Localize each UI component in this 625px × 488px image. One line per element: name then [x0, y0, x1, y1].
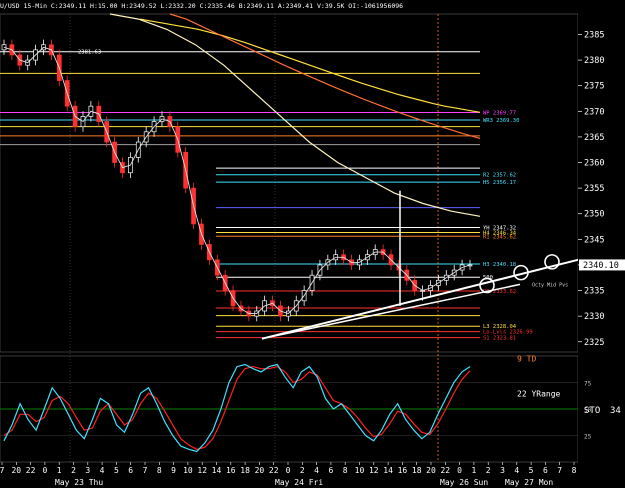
- time-tick-label: 18: [412, 466, 422, 475]
- stoch-value: 34: [610, 406, 621, 416]
- time-tick-label: 7: [557, 466, 562, 475]
- time-tick-label: 6: [328, 466, 333, 475]
- price-tick-label: 2335: [584, 287, 604, 297]
- time-tick-label: 10: [183, 466, 193, 475]
- stoch-label: STO: [584, 406, 600, 416]
- time-tick-label: 3: [85, 466, 90, 475]
- day-label: May 24 Fri: [275, 478, 323, 487]
- price-tick-label: 2380: [584, 56, 604, 66]
- level-label: WR3 2369.30: [483, 118, 519, 124]
- time-tick-label: 4: [100, 466, 105, 475]
- time-tick-label: 16: [398, 466, 408, 475]
- time-tick-label: 6: [128, 466, 133, 475]
- time-tick-label: 2: [71, 466, 76, 475]
- price-tick-label: 2350: [584, 210, 604, 220]
- time-tick-label: 20: [426, 466, 436, 475]
- stoch-annotation: 9 TD: [517, 354, 536, 363]
- time-tick-label: 22: [440, 466, 450, 475]
- time-tick-label: 18: [240, 466, 250, 475]
- time-tick-label: 16: [226, 466, 236, 475]
- time-tick-label: 12: [197, 466, 207, 475]
- time-tick-label: 0: [42, 466, 47, 475]
- time-tick-label: 0: [286, 466, 291, 475]
- time-tick-label: 8: [157, 466, 162, 475]
- price-tick-label: 2385: [584, 30, 604, 40]
- time-tick-label: 14: [212, 466, 222, 475]
- day-label: May 23 Thu: [55, 478, 103, 487]
- time-tick-label: 10: [355, 466, 365, 475]
- time-tick-label: 6: [543, 466, 548, 475]
- time-tick-label: 20: [255, 466, 265, 475]
- time-tick-label: 20: [11, 466, 21, 475]
- time-tick-label: 5: [114, 466, 119, 475]
- price-tick-label: 2375: [584, 82, 604, 92]
- level-label: R2 2357.62: [483, 173, 516, 179]
- time-tick-label: 3: [500, 466, 505, 475]
- price-tick-label: 2330: [584, 312, 604, 322]
- stoch-level-label: 25: [584, 434, 592, 441]
- time-tick-label: 14: [383, 466, 393, 475]
- level-label: WP 2369.77: [483, 110, 516, 116]
- price-tick-label: 2365: [584, 133, 604, 143]
- price-tick-label: 2355: [584, 184, 604, 194]
- price-chart[interactable]: 2381.63 WP 2369.77 WR3 2369.30 R2 2357.62H5…: [0, 0, 625, 488]
- time-tick-label: 22: [26, 466, 36, 475]
- time-tick-label: 7: [143, 466, 148, 475]
- price-tick-label: 2370: [584, 107, 604, 117]
- time-tick-label: 8: [343, 466, 348, 475]
- price-tick-label: 2345: [584, 235, 604, 245]
- time-tick-label: 22: [269, 466, 279, 475]
- annotation-label: Octy Mid Pvs: [532, 282, 568, 288]
- time-tick-label: 5: [529, 466, 534, 475]
- time-tick-label: 2: [300, 466, 305, 475]
- current-price-label: 2340.10: [583, 261, 619, 271]
- stoch-level-label: 75: [584, 381, 592, 388]
- price-tick-label: 2325: [584, 338, 604, 348]
- time-tick-label: 1: [57, 466, 62, 475]
- level-label: H5 2356.17: [483, 180, 516, 186]
- level-label: S1 2323.81: [483, 336, 516, 342]
- time-tick-label: 2: [486, 466, 491, 475]
- time-tick-label: 8: [572, 466, 577, 475]
- time-tick-label: 0: [457, 466, 462, 475]
- time-axis: 7 20 22 0 1 2 3 4 5 6 7 8 9 10 12 14 16 18 20 22 0 2 4 6 8 10 12 14…: [0, 462, 577, 487]
- day-label: May 26 Sun: [440, 478, 488, 487]
- time-tick-label: 9: [171, 466, 176, 475]
- day-label: May 27 Mon: [505, 478, 553, 487]
- time-tick-label: 12: [369, 466, 379, 475]
- time-tick-label: 1: [471, 466, 476, 475]
- time-tick-label: 4: [314, 466, 319, 475]
- level-label: R1 2345.62: [483, 234, 516, 240]
- stoch-annotation: 22 YRange: [517, 389, 561, 398]
- time-tick-label: 7: [0, 466, 5, 475]
- price-tick-label: 2360: [584, 159, 604, 169]
- level-label: 2381.63: [78, 50, 101, 56]
- level-label: H3 2340.18: [483, 262, 516, 268]
- time-tick-label: 4: [514, 466, 519, 475]
